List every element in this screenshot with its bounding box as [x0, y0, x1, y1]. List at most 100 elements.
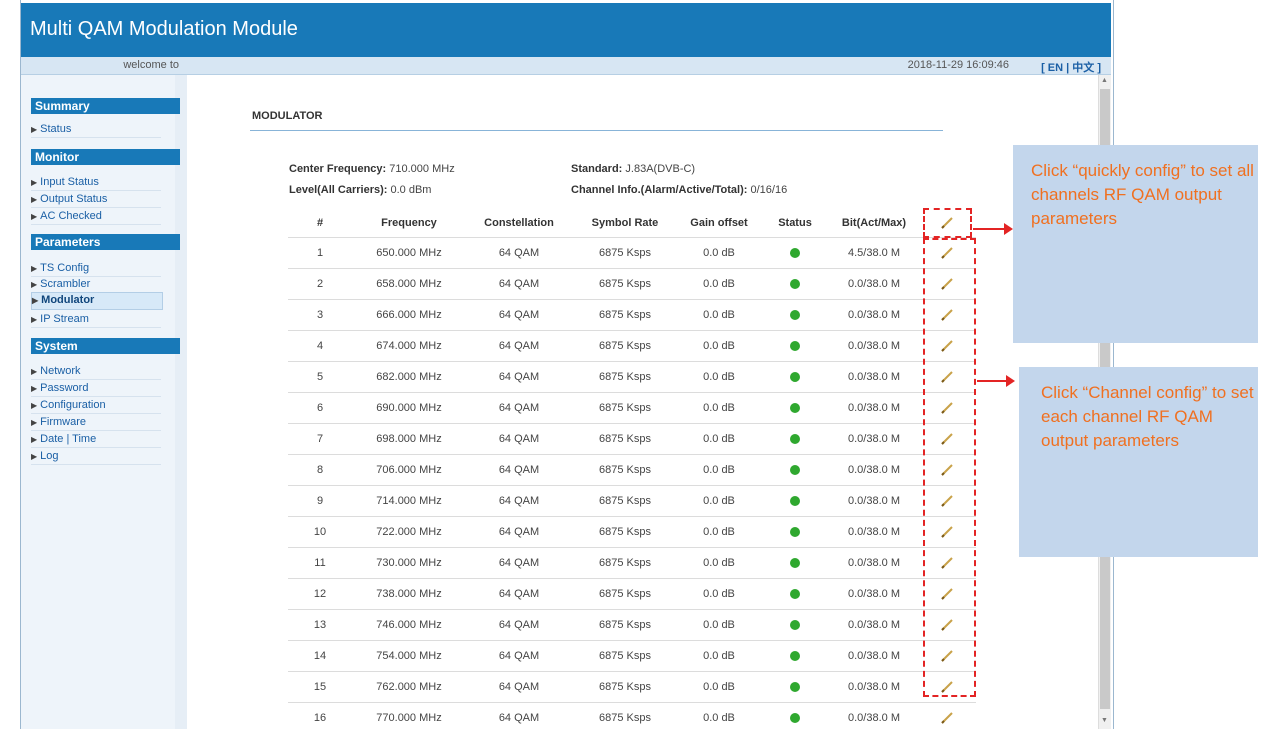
- status-cell: [760, 641, 830, 672]
- triangle-right-icon: ▶: [31, 401, 37, 410]
- table-row: 13746.000 MHz64 QAM6875 Ksps0.0 dB0.0/38…: [288, 610, 976, 641]
- status-cell: [760, 424, 830, 455]
- sidebar-item-input-status[interactable]: ▶Input Status: [31, 175, 161, 191]
- symbol-rate-cell: 6875 Ksps: [572, 579, 678, 610]
- level-label: Level(All Carriers):: [289, 184, 387, 196]
- frequency-cell: 762.000 MHz: [352, 672, 466, 703]
- frequency-cell: 666.000 MHz: [352, 300, 466, 331]
- status-indicator-icon: [790, 279, 800, 289]
- constellation-cell: 64 QAM: [466, 393, 572, 424]
- scroll-down-icon[interactable]: ▼: [1101, 717, 1108, 724]
- gain-offset-cell: 0.0 dB: [678, 672, 760, 703]
- status-cell: [760, 331, 830, 362]
- constellation-cell: 64 QAM: [466, 300, 572, 331]
- sidebar-item-scrambler[interactable]: ▶Scrambler: [31, 277, 161, 293]
- sidebar-item-network[interactable]: ▶Network: [31, 364, 161, 380]
- sidebar-item-label: Input Status: [40, 176, 99, 188]
- bitrate-cell: 0.0/38.0 M: [830, 579, 918, 610]
- table-row: 5682.000 MHz64 QAM6875 Ksps0.0 dB0.0/38.…: [288, 362, 976, 393]
- frequency-cell: 682.000 MHz: [352, 362, 466, 393]
- status-cell: [760, 362, 830, 393]
- frequency-cell: 690.000 MHz: [352, 393, 466, 424]
- language-switch[interactable]: [ EN | 中文 ]: [1041, 59, 1101, 75]
- sidebar-item-password[interactable]: ▶Password: [31, 381, 161, 397]
- channel-number: 11: [288, 548, 352, 579]
- table-row: 16770.000 MHz64 QAM6875 Ksps0.0 dB0.0/38…: [288, 703, 976, 733]
- sidebar-item-configuration[interactable]: ▶Configuration: [31, 398, 161, 414]
- gain-offset-cell: 0.0 dB: [678, 548, 760, 579]
- triangle-right-icon: ▶: [31, 195, 37, 204]
- frequency-cell: 770.000 MHz: [352, 703, 466, 733]
- col-header-constellation: Constellation: [466, 209, 572, 238]
- constellation-cell: 64 QAM: [466, 579, 572, 610]
- constellation-cell: 64 QAM: [466, 269, 572, 300]
- channel-number: 8: [288, 455, 352, 486]
- table-row: 10722.000 MHz64 QAM6875 Ksps0.0 dB0.0/38…: [288, 517, 976, 548]
- frequency-cell: 754.000 MHz: [352, 641, 466, 672]
- channel-config-callout: Click “Channel config” to set each chann…: [1019, 367, 1258, 557]
- bitrate-cell: 0.0/38.0 M: [830, 393, 918, 424]
- status-indicator-icon: [790, 372, 800, 382]
- frequency-cell: 650.000 MHz: [352, 238, 466, 269]
- sidebar-item-label: Configuration: [40, 399, 105, 411]
- channel-number: 9: [288, 486, 352, 517]
- triangle-right-icon: ▶: [31, 125, 37, 134]
- sidebar-item-ts-config[interactable]: ▶TS Config: [31, 261, 161, 277]
- table-row: 12738.000 MHz64 QAM6875 Ksps0.0 dB0.0/38…: [288, 579, 976, 610]
- sidebar-item-ac-checked[interactable]: ▶AC Checked: [31, 209, 161, 225]
- info-bar: welcome to 2018-11-29 16:09:46 [ EN | 中文…: [21, 57, 1111, 75]
- symbol-rate-cell: 6875 Ksps: [572, 641, 678, 672]
- bitrate-cell: 0.0/38.0 M: [830, 641, 918, 672]
- triangle-right-icon: ▶: [31, 280, 37, 289]
- triangle-right-icon: ▶: [31, 212, 37, 221]
- bitrate-cell: 0.0/38.0 M: [830, 269, 918, 300]
- gain-offset-cell: 0.0 dB: [678, 579, 760, 610]
- status-cell: [760, 517, 830, 548]
- datetime-text: 2018-11-29 16:09:46: [908, 59, 1009, 71]
- constellation-cell: 64 QAM: [466, 331, 572, 362]
- status-cell: [760, 455, 830, 486]
- constellation-cell: 64 QAM: [466, 517, 572, 548]
- status-indicator-icon: [790, 620, 800, 630]
- status-indicator-icon: [790, 558, 800, 568]
- sidebar-item-label: Status: [40, 123, 71, 135]
- channel-number: 16: [288, 703, 352, 733]
- sidebar-item-ip-stream[interactable]: ▶IP Stream: [31, 312, 161, 328]
- sidebar-item-log[interactable]: ▶Log: [31, 449, 161, 465]
- status-indicator-icon: [790, 434, 800, 444]
- sidebar-item-status[interactable]: ▶Status: [31, 122, 161, 138]
- title-divider: [250, 130, 943, 131]
- sidebar-item-label: Date | Time: [40, 433, 96, 445]
- channel-number: 13: [288, 610, 352, 641]
- constellation-cell: 64 QAM: [466, 610, 572, 641]
- channel-number: 1: [288, 238, 352, 269]
- gain-offset-cell: 0.0 dB: [678, 331, 760, 362]
- sidebar-item-modulator[interactable]: ▶Modulator: [31, 292, 163, 310]
- scroll-up-icon[interactable]: ▲: [1101, 77, 1108, 84]
- pencil-icon[interactable]: [940, 711, 954, 725]
- table-row: 7698.000 MHz64 QAM6875 Ksps0.0 dB0.0/38.…: [288, 424, 976, 455]
- triangle-right-icon: ▶: [31, 452, 37, 461]
- sidebar-item-output-status[interactable]: ▶Output Status: [31, 192, 161, 208]
- status-cell: [760, 548, 830, 579]
- col-header-gain-offset: Gain offset: [678, 209, 760, 238]
- gain-offset-cell: 0.0 dB: [678, 486, 760, 517]
- gain-offset-cell: 0.0 dB: [678, 362, 760, 393]
- symbol-rate-cell: 6875 Ksps: [572, 424, 678, 455]
- table-row: 9714.000 MHz64 QAM6875 Ksps0.0 dB0.0/38.…: [288, 486, 976, 517]
- sidebar-item-date-time[interactable]: ▶Date | Time: [31, 432, 161, 448]
- bitrate-cell: 0.0/38.0 M: [830, 300, 918, 331]
- table-row: 15762.000 MHz64 QAM6875 Ksps0.0 dB0.0/38…: [288, 672, 976, 703]
- sidebar-item-label: TS Config: [40, 262, 89, 274]
- section-system: System: [31, 338, 180, 354]
- constellation-cell: 64 QAM: [466, 703, 572, 733]
- sidebar-item-firmware[interactable]: ▶Firmware: [31, 415, 161, 431]
- gain-offset-cell: 0.0 dB: [678, 238, 760, 269]
- triangle-right-icon: ▶: [31, 384, 37, 393]
- welcome-text: welcome to: [21, 59, 179, 71]
- status-indicator-icon: [790, 341, 800, 351]
- status-cell: [760, 610, 830, 641]
- symbol-rate-cell: 6875 Ksps: [572, 393, 678, 424]
- triangle-right-icon: ▶: [31, 264, 37, 273]
- quick-config-arrow: [973, 228, 1005, 230]
